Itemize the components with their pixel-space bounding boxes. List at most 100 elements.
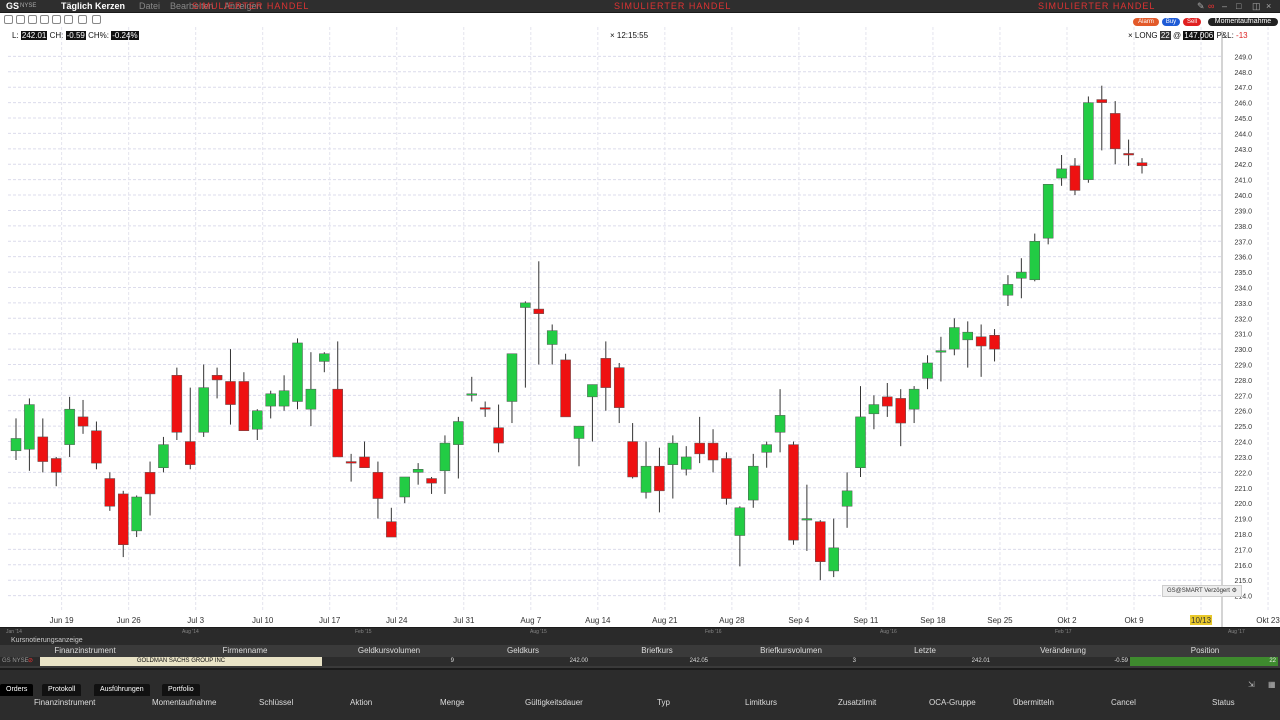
y-tick-label: 240.0 <box>1234 193 1252 200</box>
x-tick-label: Jul 10 <box>252 616 274 625</box>
y-tick-label: 236.0 <box>1234 255 1252 262</box>
quote-header[interactable]: Position <box>1138 646 1272 655</box>
candle-down <box>104 478 116 507</box>
chart-type-dropdown[interactable]: Täglich Kerzen <box>61 0 125 12</box>
orders-header[interactable]: Aktion <box>350 698 372 707</box>
chart-area[interactable]: Alarm Buy Sell Momentaufnahme L: 242.01 … <box>0 13 1280 627</box>
orders-header[interactable]: Cancel <box>1111 698 1136 707</box>
candle-down <box>1136 162 1148 167</box>
candle-up <box>319 353 330 362</box>
quote-header[interactable]: Letzte <box>858 646 992 655</box>
quote-ask[interactable]: 242.05 <box>590 657 724 666</box>
orders-header[interactable]: Schlüssel <box>259 698 293 707</box>
orders-header[interactable]: Übermitteln <box>1013 698 1054 707</box>
candle-up <box>922 362 933 379</box>
x-tick-label: Jul 31 <box>453 616 475 625</box>
orders-header[interactable]: Status <box>1212 698 1235 707</box>
timeline-label: Aug '17 <box>1228 629 1245 635</box>
quote-header[interactable]: Veränderung <box>996 646 1130 655</box>
candle-down <box>144 472 156 495</box>
quote-header[interactable]: Geldkurs <box>456 646 590 655</box>
candle-down <box>989 334 1000 350</box>
quote-change: -0.59 <box>992 657 1130 666</box>
menu-bar: GS NYSE Täglich Kerzen Datei Bearbeiten … <box>0 0 1280 12</box>
candle-down <box>386 521 397 538</box>
export-icon[interactable]: ⇲ <box>1248 680 1255 689</box>
exchange-label: NYSE <box>20 3 37 9</box>
candle-up <box>64 408 75 445</box>
candle-up <box>453 421 464 445</box>
quote-header[interactable]: Firmenname <box>178 646 312 655</box>
candle-up <box>24 404 35 450</box>
quote-position: 22 <box>1130 657 1278 666</box>
timeline-label: Jan '14 <box>6 629 22 635</box>
x-tick-label: Sep 11 <box>854 616 879 625</box>
x-tick-label: Jun 19 <box>50 616 75 625</box>
quote-header[interactable]: Finanzinstrument <box>18 646 152 655</box>
y-tick-label: 237.0 <box>1234 239 1252 246</box>
orders-header[interactable]: Typ <box>657 698 670 707</box>
quote-bid[interactable]: 242.00 <box>456 657 590 666</box>
quote-header[interactable]: Briefkursvolumen <box>724 646 858 655</box>
y-tick-label: 217.0 <box>1234 547 1252 554</box>
maximize-icon[interactable]: □ <box>1236 0 1241 12</box>
y-tick-label: 225.0 <box>1234 424 1252 431</box>
candle-up <box>640 465 652 493</box>
orders-header[interactable]: Menge <box>440 698 464 707</box>
settings-icon[interactable]: ✎ <box>1197 0 1205 12</box>
minimize-icon[interactable]: – <box>1222 0 1227 12</box>
y-tick-label: 223.0 <box>1234 455 1252 462</box>
candle-up <box>761 444 772 453</box>
quote-header[interactable]: Geldkursvolumen <box>322 646 456 655</box>
candle-up <box>399 476 410 498</box>
close-icon[interactable]: × <box>1266 0 1271 12</box>
menu-datei[interactable]: Datei <box>139 0 160 12</box>
y-tick-label: 222.0 <box>1234 470 1252 477</box>
timeline-navigator[interactable]: Jan '14 Aug '14 Feb '15 Aug '15 Feb '16 … <box>0 628 1280 636</box>
y-tick-label: 220.0 <box>1234 501 1252 508</box>
x-tick-label: Okt 2 <box>1057 616 1077 625</box>
tab-portfolio[interactable]: Portfolio <box>162 684 200 696</box>
y-tick-label: 245.0 <box>1234 116 1252 123</box>
candle-down <box>77 416 89 427</box>
candle-down <box>426 478 437 484</box>
y-tick-label: 233.0 <box>1234 301 1252 308</box>
candle-up <box>506 353 518 402</box>
y-tick-label: 232.0 <box>1234 316 1252 323</box>
candle-down <box>975 336 987 347</box>
candle-up <box>198 387 209 433</box>
panel-menu-icon[interactable]: ▦ <box>1268 680 1276 689</box>
x-tick-label: Okt 23 <box>1256 616 1280 625</box>
y-tick-label: 231.0 <box>1234 332 1252 339</box>
restore-icon[interactable]: ◫ <box>1252 0 1261 12</box>
candle-down <box>479 407 491 410</box>
tab-protokoll[interactable]: Protokoll <box>42 684 82 696</box>
x-tick-label: Jul 17 <box>319 616 341 625</box>
simulated-trading-label-1: SIMULIERTER HANDEL <box>192 1 310 11</box>
tab-ausfuehrungen[interactable]: Ausführungen <box>94 684 150 696</box>
candle-up <box>546 330 558 345</box>
remove-row-icon[interactable]: ⊘ <box>28 657 38 666</box>
candlestick-chart[interactable]: 214.0215.0216.0217.0218.0219.0220.0221.0… <box>0 13 1280 627</box>
y-tick-label: 246.0 <box>1234 101 1252 108</box>
candle-down <box>372 472 384 499</box>
orders-header[interactable]: Momentaufnahme <box>152 698 216 707</box>
y-tick-label: 243.0 <box>1234 147 1252 154</box>
y-tick-label: 219.0 <box>1234 517 1252 524</box>
link-icon[interactable]: ∞ <box>1208 0 1214 12</box>
orders-header[interactable]: Finanzinstrument <box>34 698 95 707</box>
candle-up <box>412 469 424 473</box>
candle-down <box>117 493 129 546</box>
tab-orders[interactable]: Orders <box>0 684 34 696</box>
orders-header[interactable]: Limitkurs <box>745 698 777 707</box>
quote-ask-size: 3 <box>724 657 858 666</box>
symbol-label[interactable]: GS <box>6 0 19 12</box>
timeline-label: Feb '17 <box>1055 629 1072 635</box>
orders-header[interactable]: Zusatzlimit <box>838 698 876 707</box>
candle-down <box>37 436 49 462</box>
orders-header[interactable]: Gültigkeitsdauer <box>525 698 583 707</box>
x-tick-label: Aug 7 <box>520 616 541 625</box>
orders-header[interactable]: OCA-Gruppe <box>929 698 976 707</box>
quote-header[interactable]: Briefkurs <box>590 646 724 655</box>
candle-down <box>359 456 370 468</box>
